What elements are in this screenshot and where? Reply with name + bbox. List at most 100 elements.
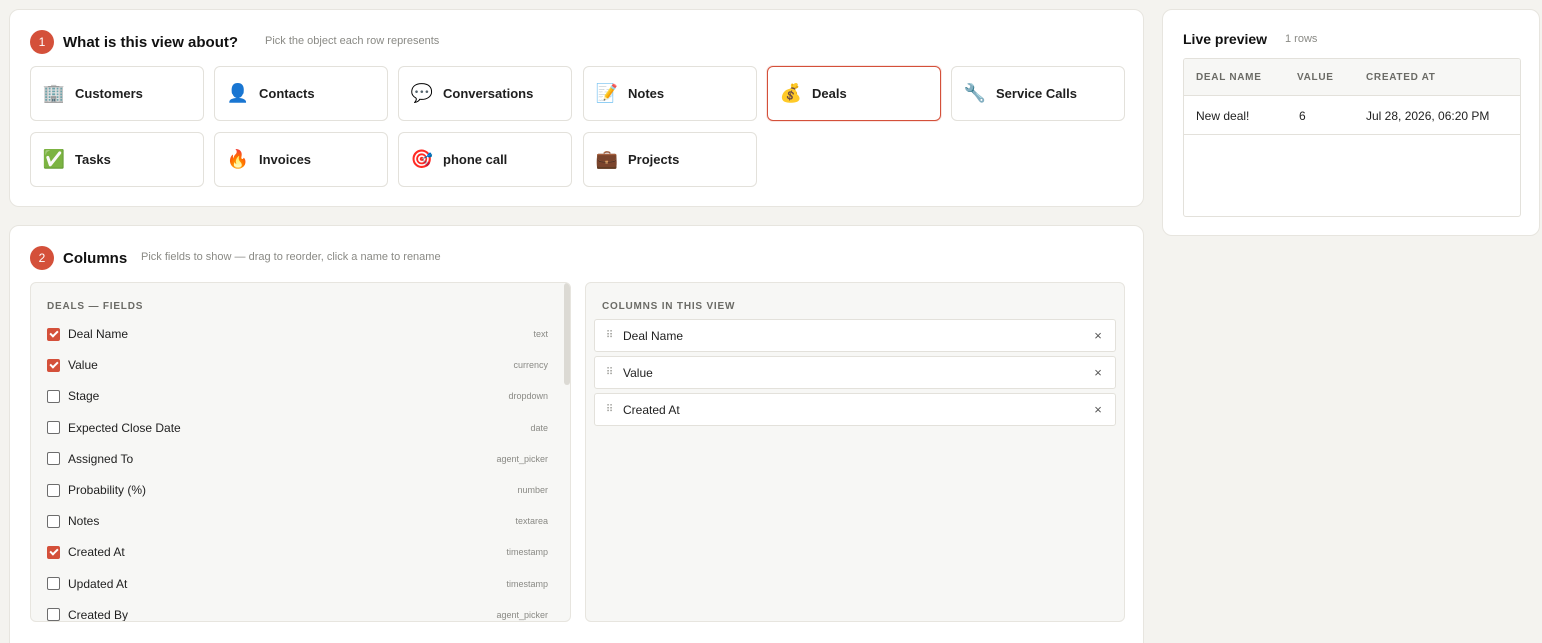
field-row-probability[interactable]: Probability (%) number — [47, 480, 548, 500]
field-checkbox[interactable] — [47, 327, 60, 341]
object-tile-tasks[interactable]: ✅ Tasks — [30, 132, 204, 187]
field-row-value[interactable]: Value currency — [47, 355, 548, 375]
field-name: Notes — [68, 514, 100, 529]
object-tile-label: phone call — [443, 152, 508, 167]
object-tile-invoices[interactable]: 🔥 Invoices — [214, 132, 388, 187]
person-icon: 👤 — [226, 83, 250, 103]
field-type: timestamp — [506, 578, 548, 589]
view-column-value[interactable]: ⠿ Value × — [594, 356, 1116, 389]
object-selection-card: 1 What is this view about? Pick the obje… — [9, 9, 1144, 207]
field-type: date — [530, 422, 548, 433]
speech-bubble-icon: 💬 — [410, 83, 434, 103]
wrench-icon: 🔧 — [963, 83, 987, 103]
live-preview-card: Live preview 1 rows DEAL NAME VALUE CREA… — [1162, 9, 1540, 236]
object-tile-customers[interactable]: 🏢 Customers — [30, 66, 204, 121]
field-row-updated-at[interactable]: Updated At timestamp — [47, 574, 548, 594]
field-type: agent_picker — [496, 453, 548, 464]
office-building-icon: 🏢 — [42, 83, 66, 103]
fields-panel-heading: DEALS — FIELDS — [47, 301, 144, 312]
preview-table: DEAL NAME VALUE CREATED AT New deal! 6 J… — [1183, 58, 1521, 217]
fields-scrollbar[interactable] — [564, 283, 570, 385]
preview-cell-created-at: Jul 28, 2026, 06:20 PM — [1366, 109, 1490, 123]
drag-handle-icon[interactable]: ⠿ — [595, 404, 623, 415]
field-name: Value — [68, 358, 98, 373]
field-name: Updated At — [68, 576, 128, 591]
field-row-created-at[interactable]: Created At timestamp — [47, 542, 548, 562]
object-tile-label: Service Calls — [996, 86, 1077, 101]
view-column-created-at[interactable]: ⠿ Created At × — [594, 393, 1116, 426]
remove-column-icon[interactable]: × — [1081, 328, 1115, 343]
columns-card: 2 Columns Pick fields to show — drag to … — [9, 225, 1144, 643]
remove-column-icon[interactable]: × — [1081, 365, 1115, 380]
field-name: Deal Name — [68, 327, 129, 341]
view-columns-heading: COLUMNS IN THIS VIEW — [602, 301, 736, 312]
field-name: Created At — [68, 545, 125, 560]
object-section-title: What is this view about? — [63, 34, 239, 51]
field-checkbox[interactable] — [47, 452, 60, 466]
field-name: Created By — [68, 607, 129, 622]
field-checkbox[interactable] — [47, 608, 60, 621]
memo-icon: 📝 — [595, 83, 619, 103]
field-name: Stage — [68, 389, 100, 404]
preview-table-header: DEAL NAME VALUE CREATED AT — [1184, 59, 1520, 96]
fire-icon: 🔥 — [226, 149, 250, 169]
object-tile-service-calls[interactable]: 🔧 Service Calls — [951, 66, 1125, 121]
field-row-deal-name[interactable]: Deal Name text — [47, 324, 548, 344]
columns-section-title: Columns — [63, 250, 128, 267]
view-column-deal-name[interactable]: ⠿ Deal Name × — [594, 319, 1116, 352]
preview-cell-value: 6 — [1299, 109, 1306, 123]
field-name: Probability (%) — [68, 483, 147, 497]
preview-header-value: VALUE — [1297, 72, 1334, 83]
object-tile-contacts[interactable]: 👤 Contacts — [214, 66, 388, 121]
field-checkbox[interactable] — [47, 389, 60, 403]
object-tile-notes[interactable]: 📝 Notes — [583, 66, 757, 121]
field-checkbox[interactable] — [47, 483, 60, 497]
object-tile-label: Contacts — [259, 86, 315, 101]
view-column-name[interactable]: Value — [623, 366, 1081, 380]
object-tile-phone-call[interactable]: 🎯 phone call — [398, 132, 572, 187]
field-type: text — [533, 329, 548, 339]
object-tile-label: Notes — [628, 86, 665, 101]
object-tile-projects[interactable]: 💼 Projects — [583, 132, 757, 187]
briefcase-icon: 💼 — [595, 149, 619, 169]
object-section-hint: Pick the object each row represents — [265, 35, 440, 47]
field-checkbox[interactable] — [47, 577, 60, 591]
preview-title: Live preview — [1183, 31, 1268, 47]
view-column-name[interactable]: Deal Name — [623, 329, 1081, 343]
object-tile-label: Conversations — [443, 86, 534, 101]
drag-handle-icon[interactable]: ⠿ — [595, 330, 623, 341]
object-tile-label: Customers — [75, 86, 143, 101]
target-icon: 🎯 — [410, 149, 434, 169]
money-bag-icon: 💰 — [779, 83, 803, 103]
columns-section-hint: Pick fields to show — drag to reorder, c… — [141, 251, 441, 263]
field-row-assigned-to[interactable]: Assigned To agent_picker — [47, 449, 548, 469]
preview-header-created-at: CREATED AT — [1366, 72, 1436, 83]
field-checkbox[interactable] — [47, 358, 60, 372]
remove-column-icon[interactable]: × — [1081, 402, 1115, 417]
preview-row-count: 1 rows — [1285, 33, 1318, 45]
drag-handle-icon[interactable]: ⠿ — [595, 367, 623, 378]
object-tile-conversations[interactable]: 💬 Conversations — [398, 66, 572, 121]
preview-header-deal-name: DEAL NAME — [1196, 72, 1262, 83]
object-tile-label: Projects — [628, 152, 680, 167]
field-type: currency — [513, 360, 548, 371]
field-row-expected-close-date[interactable]: Expected Close Date date — [47, 418, 548, 438]
object-tile-label: Tasks — [75, 152, 111, 167]
field-row-created-by[interactable]: Created By agent_picker — [47, 605, 548, 622]
view-columns-panel: COLUMNS IN THIS VIEW ⠿ Deal Name × ⠿ Value × ⠿… — [585, 282, 1125, 622]
field-checkbox[interactable] — [47, 421, 60, 435]
object-tile-label: Deals — [812, 86, 847, 101]
field-type: number — [517, 485, 548, 495]
table-row: New deal! 6 Jul 28, 2026, 06:20 PM — [1184, 97, 1520, 135]
preview-cell-deal-name: New deal! — [1196, 109, 1250, 123]
view-column-name[interactable]: Created At — [623, 403, 1081, 417]
field-type: agent_picker — [496, 609, 548, 620]
object-tile-deals[interactable]: 💰 Deals — [767, 66, 941, 121]
field-checkbox[interactable] — [47, 514, 60, 528]
field-row-notes[interactable]: Notes textarea — [47, 511, 548, 531]
field-checkbox[interactable] — [47, 545, 60, 559]
field-type: textarea — [515, 516, 548, 527]
field-row-stage[interactable]: Stage dropdown — [47, 386, 548, 406]
object-tile-label: Invoices — [259, 152, 312, 167]
step-badge-1: 1 — [30, 30, 54, 54]
